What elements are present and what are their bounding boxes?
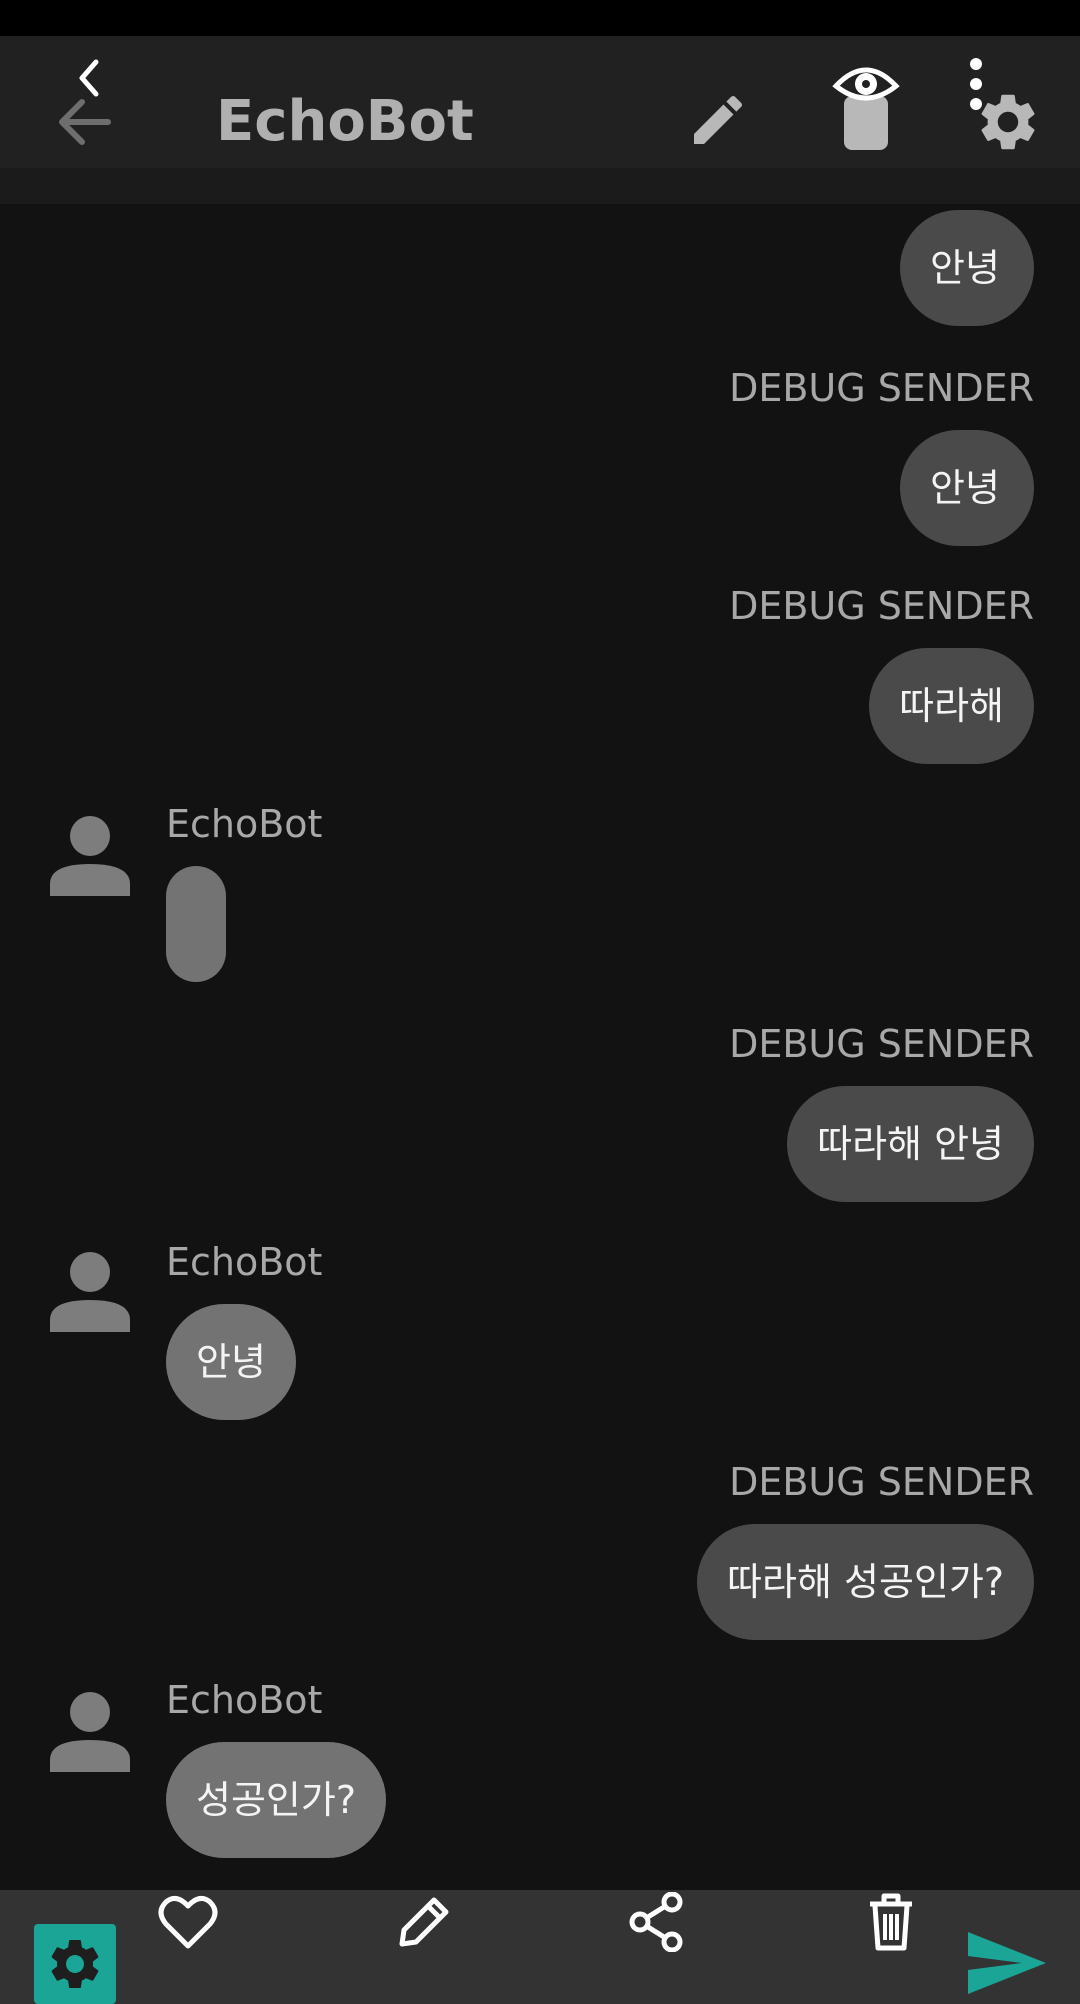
gear-icon bbox=[51, 1940, 99, 1988]
settings-button[interactable] bbox=[974, 88, 1042, 156]
delete-button[interactable] bbox=[866, 1892, 916, 1952]
viewer-button[interactable] bbox=[832, 56, 900, 152]
gear-icon bbox=[981, 94, 1035, 150]
edit-message-button[interactable] bbox=[394, 1892, 454, 1952]
person-icon bbox=[50, 1252, 130, 1332]
message-bubble-incoming[interactable]: 안녕 bbox=[166, 1304, 296, 1420]
message-sender: EchoBot bbox=[166, 1240, 323, 1284]
share-icon bbox=[629, 1892, 683, 1952]
message-sender: DEBUG SENDER bbox=[729, 1022, 1034, 1066]
app-bar bbox=[0, 36, 1080, 168]
avatar bbox=[48, 812, 132, 896]
message-bubble-incoming[interactable]: 성공인가? bbox=[166, 1742, 387, 1858]
avatar bbox=[48, 1248, 132, 1332]
message-sender: DEBUG SENDER bbox=[729, 1460, 1034, 1504]
avatar bbox=[48, 1688, 132, 1772]
heart-icon bbox=[158, 1895, 218, 1949]
message-bubble-outgoing[interactable]: 안녕 bbox=[900, 210, 1034, 326]
person-icon bbox=[50, 1692, 130, 1772]
message-bubble-outgoing[interactable]: 따라해 성공인가? bbox=[697, 1524, 1034, 1640]
message-sender: DEBUG SENDER bbox=[729, 366, 1034, 410]
message-sender: DEBUG SENDER bbox=[729, 584, 1034, 628]
send-button[interactable] bbox=[966, 1930, 1048, 1996]
back-arrow-icon bbox=[59, 59, 111, 145]
back-button[interactable] bbox=[52, 54, 122, 146]
send-icon bbox=[968, 1932, 1046, 1994]
app-bar-divider bbox=[0, 168, 1080, 204]
status-bar bbox=[0, 0, 1080, 36]
page-title: EchoBot bbox=[216, 89, 474, 154]
message-bubble-outgoing[interactable]: 따라해 안녕 bbox=[787, 1086, 1034, 1202]
message-bubble-incoming[interactable] bbox=[166, 866, 226, 982]
person-icon bbox=[50, 816, 130, 896]
trash-icon bbox=[870, 1893, 912, 1951]
edit-button[interactable] bbox=[686, 88, 750, 152]
message-bubble-outgoing[interactable]: 안녕 bbox=[900, 430, 1034, 546]
pencil-icon bbox=[694, 95, 743, 144]
message-sender: EchoBot bbox=[166, 1678, 323, 1722]
message-sender: EchoBot bbox=[166, 802, 323, 846]
eye-icon bbox=[832, 67, 900, 150]
chat-list[interactable]: 안녕 DEBUG SENDER 안녕 DEBUG SENDER 따라해 Echo… bbox=[0, 204, 1080, 1890]
share-button[interactable] bbox=[628, 1892, 684, 1952]
like-button[interactable] bbox=[158, 1894, 218, 1950]
message-bubble-outgoing[interactable]: 따라해 bbox=[869, 648, 1034, 764]
bottom-settings-button[interactable] bbox=[34, 1924, 116, 2004]
pencil-icon bbox=[399, 1897, 449, 1947]
